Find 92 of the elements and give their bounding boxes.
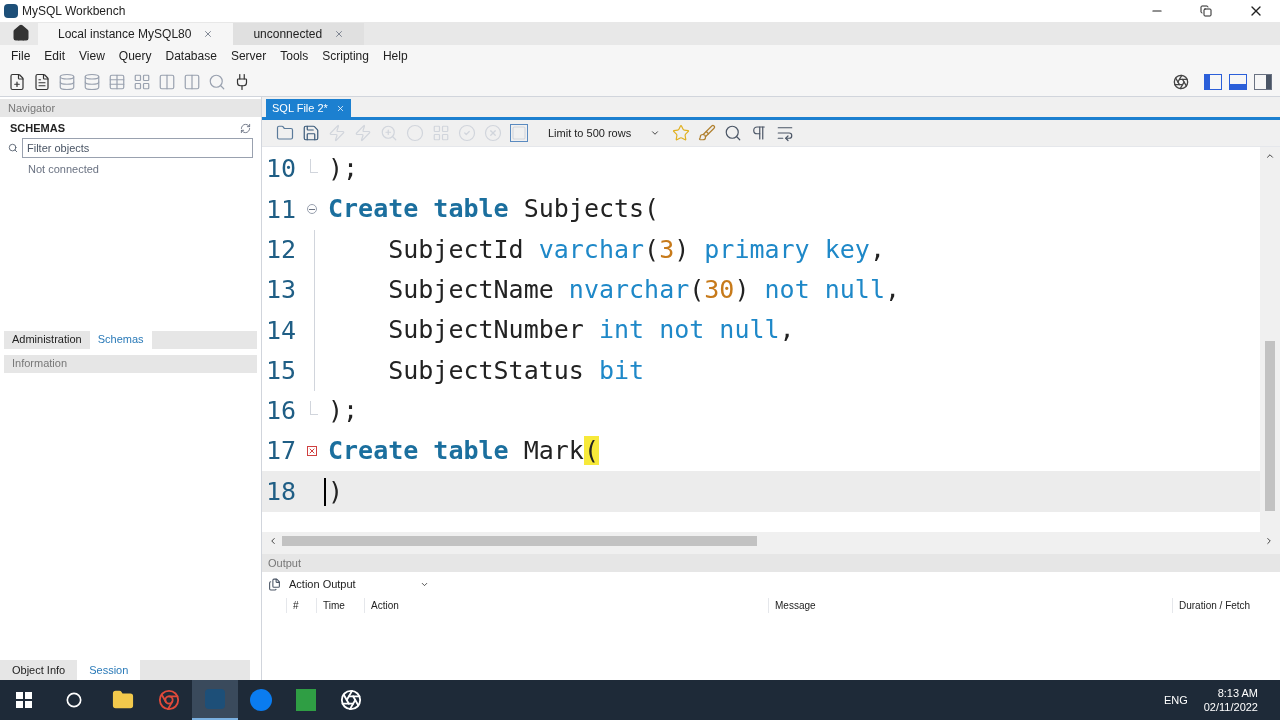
settings-icon[interactable] xyxy=(1173,73,1189,90)
line-number: 17 xyxy=(264,435,296,468)
column-header[interactable]: Time xyxy=(316,597,364,613)
column-header[interactable]: Duration / Fetch xyxy=(1172,597,1257,613)
code-line: SubjectNumber int not null, xyxy=(387,314,795,347)
connection-tab[interactable]: unconnected xyxy=(233,23,365,45)
create-function-icon[interactable] xyxy=(183,72,201,91)
scroll-up-icon[interactable] xyxy=(1265,151,1275,161)
bottom-tab[interactable]: Session xyxy=(77,660,141,680)
search-icon[interactable] xyxy=(724,124,742,142)
close-tab-icon[interactable] xyxy=(335,103,345,113)
menu-item[interactable]: Query xyxy=(111,47,159,65)
home-icon[interactable] xyxy=(12,24,30,42)
column-header[interactable]: Action xyxy=(364,597,768,613)
create-procedure-icon[interactable] xyxy=(158,72,176,91)
schemas-title: SCHEMAS xyxy=(10,120,66,136)
line-number: 13 xyxy=(264,274,296,307)
line-number: 18 xyxy=(264,475,296,508)
code-line: SubjectId varchar(3) primary key, xyxy=(387,233,885,266)
language-indicator[interactable]: ENG xyxy=(1163,691,1188,709)
caret-icon xyxy=(650,128,660,138)
window-title: MySQL Workbench xyxy=(22,3,126,20)
autocommit-icon[interactable] xyxy=(510,124,528,142)
menu-item[interactable]: Scripting xyxy=(315,47,376,65)
clock-time: 8:13 AM xyxy=(1217,686,1258,700)
save-icon[interactable] xyxy=(302,124,320,142)
code-line: Create table Mark( xyxy=(328,435,599,468)
line-number: 16 xyxy=(264,395,296,428)
copy-icon[interactable] xyxy=(268,577,281,591)
filter-field[interactable]: Filter objects xyxy=(22,138,253,158)
search-icon xyxy=(8,143,18,153)
scroll-right-icon[interactable] xyxy=(1264,536,1274,546)
workbench-taskbar-icon[interactable] xyxy=(192,680,238,720)
restore-icon[interactable] xyxy=(1200,5,1212,17)
create-table-icon[interactable] xyxy=(108,72,126,91)
close-tab-icon[interactable] xyxy=(334,29,345,39)
connection-tab[interactable]: Local instance MySQL80 xyxy=(38,23,234,45)
horizontal-scrollbar-thumb[interactable] xyxy=(282,536,757,546)
connection-status: Not connected xyxy=(28,162,100,177)
code-line: SubjectStatus bit xyxy=(387,354,645,387)
app-logo-icon xyxy=(4,4,18,18)
star-icon[interactable] xyxy=(672,124,690,142)
line-number: 11 xyxy=(264,193,296,226)
recorder-icon[interactable] xyxy=(340,689,362,711)
line-number: 15 xyxy=(264,354,296,387)
file-explorer-icon[interactable] xyxy=(112,689,134,711)
output-type-dropdown[interactable]: Action Output xyxy=(289,575,429,593)
column-header[interactable]: # xyxy=(286,597,316,613)
database-icon[interactable] xyxy=(58,72,76,91)
code-line: Create table Subjects( xyxy=(328,193,660,226)
code-line: SubjectName nvarchar(30) not null, xyxy=(387,274,900,307)
new-sql-file-icon[interactable] xyxy=(8,72,26,91)
browser-icon[interactable] xyxy=(158,689,180,711)
beautify-icon[interactable] xyxy=(698,124,716,142)
sidebar-toggle-icon[interactable] xyxy=(1204,73,1222,90)
word-wrap-icon[interactable] xyxy=(776,124,794,142)
menu-item[interactable]: Edit xyxy=(37,47,73,65)
search-table-icon[interactable] xyxy=(208,72,226,91)
code-line: ); xyxy=(328,394,359,427)
line-number: 14 xyxy=(264,314,296,347)
menu-item[interactable]: File xyxy=(4,47,38,65)
output-header: Output xyxy=(262,554,1280,572)
editor-tab[interactable]: SQL File 2* xyxy=(266,99,351,117)
clock-date: 02/11/2022 xyxy=(1203,700,1258,714)
create-schema-icon[interactable] xyxy=(83,72,101,91)
output-toggle-icon[interactable] xyxy=(1229,73,1247,90)
invisible-chars-icon[interactable] xyxy=(750,124,768,142)
close-tab-icon[interactable] xyxy=(203,29,214,39)
text-cursor xyxy=(324,477,326,506)
menu-item[interactable]: Server xyxy=(223,47,274,65)
menu-item[interactable]: Database xyxy=(158,47,224,65)
line-number: 10 xyxy=(264,153,296,186)
limit-rows-dropdown[interactable]: Limit to 500 rows xyxy=(544,123,664,143)
search-icon[interactable] xyxy=(66,692,82,708)
column-header[interactable]: Message xyxy=(768,597,1172,613)
menu-item[interactable]: Tools xyxy=(273,47,316,65)
toggle-results-icon[interactable] xyxy=(432,124,450,142)
menu-item[interactable]: Help xyxy=(375,47,415,65)
vertical-scrollbar-thumb[interactable] xyxy=(1265,341,1275,511)
create-view-icon[interactable] xyxy=(133,72,151,91)
line-number: 12 xyxy=(264,234,296,266)
information-header: Information xyxy=(4,354,257,373)
menu-item[interactable]: View xyxy=(72,47,112,65)
secondary-sidebar-toggle-icon[interactable] xyxy=(1254,73,1272,90)
refresh-icon[interactable] xyxy=(240,122,251,134)
navigator-header: Navigator xyxy=(0,99,261,117)
open-folder-icon[interactable] xyxy=(276,124,294,142)
scroll-left-icon[interactable] xyxy=(268,536,278,546)
code-line: ); xyxy=(328,153,359,186)
sidebar-tab[interactable]: Schemas xyxy=(89,330,152,349)
open-sql-file-icon[interactable] xyxy=(33,72,51,91)
code-line: ) xyxy=(328,475,344,508)
